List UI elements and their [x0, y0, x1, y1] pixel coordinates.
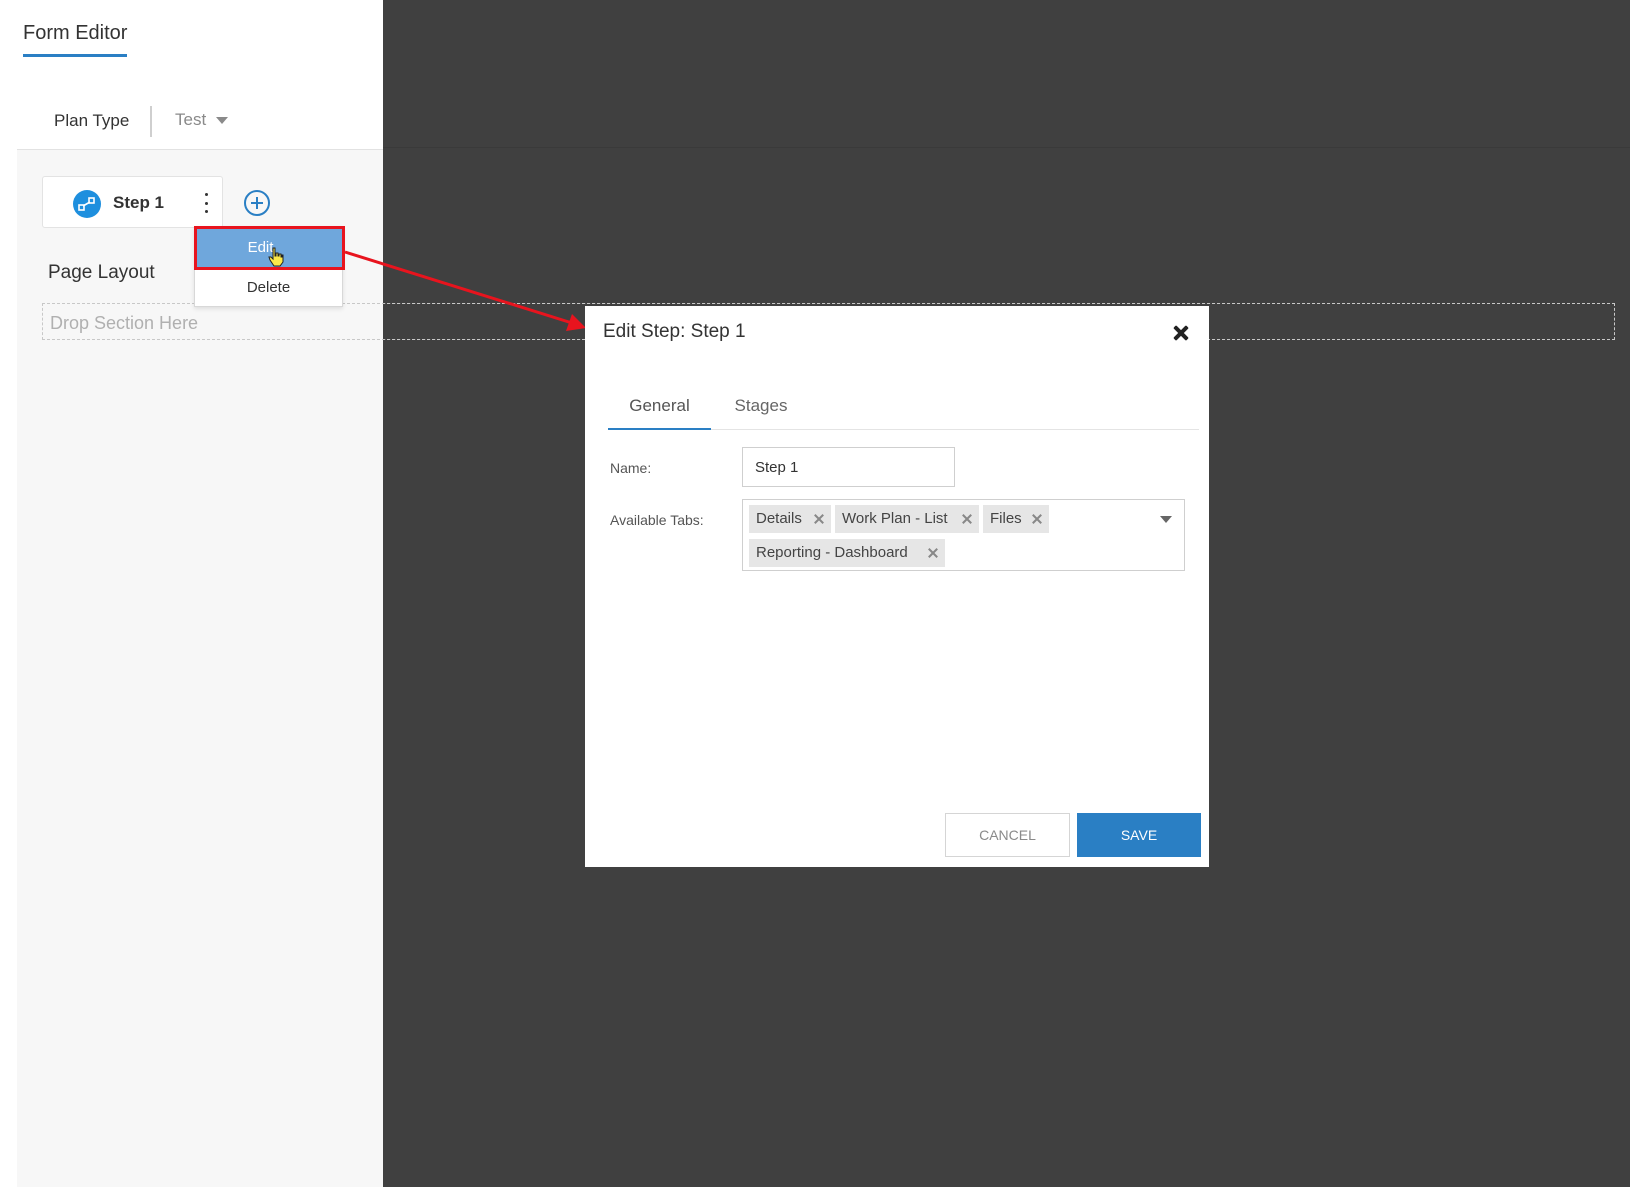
available-tabs-multiselect[interactable]: Details Work Plan - List Files Reporting…	[742, 499, 1185, 571]
tag-files: Files	[983, 505, 1049, 533]
menu-item-delete[interactable]: Delete	[195, 269, 342, 307]
save-button[interactable]: SAVE	[1077, 813, 1201, 857]
bottom-gutter	[0, 1187, 1639, 1191]
right-gutter	[1630, 0, 1639, 1191]
step-label: Step 1	[113, 193, 165, 212]
remove-icon[interactable]	[1032, 514, 1042, 524]
hand-cursor-icon	[268, 247, 284, 267]
modal-title: Edit Step: Step 1	[603, 321, 746, 342]
tag-label: Files	[990, 510, 1022, 527]
tag-label: Details	[756, 510, 802, 527]
active-tab-underline	[23, 54, 127, 57]
chevron-down-icon[interactable]	[1160, 516, 1172, 523]
remove-icon[interactable]	[928, 548, 938, 558]
add-step-button[interactable]	[244, 190, 270, 216]
plan-type-dropdown[interactable]: Test	[175, 110, 229, 130]
form-editor-panel: Form Editor Plan Type Test Step 1 Page L…	[0, 0, 383, 1191]
tag-work-plan-list: Work Plan - List	[835, 505, 979, 533]
remove-icon[interactable]	[814, 514, 824, 524]
tab-general[interactable]: General	[608, 386, 711, 430]
edit-step-modal: Edit Step: Step 1 General Stages Name: A…	[585, 306, 1209, 867]
remove-icon[interactable]	[962, 514, 972, 524]
tag-details: Details	[749, 505, 831, 533]
modal-tabs: General Stages	[608, 386, 1199, 430]
drop-zone-text: Drop Section Here	[50, 313, 199, 333]
cancel-button[interactable]: CANCEL	[945, 813, 1070, 857]
editor-title-tab[interactable]: Form Editor	[23, 22, 127, 45]
step-icon	[73, 190, 101, 218]
tag-reporting-dashboard: Reporting - Dashboard	[749, 539, 945, 567]
chevron-down-icon	[216, 116, 229, 124]
name-field[interactable]	[742, 447, 955, 487]
tag-label: Work Plan - List	[842, 510, 948, 527]
available-tabs-label: Available Tabs:	[610, 512, 704, 528]
more-vertical-icon[interactable]	[201, 190, 211, 216]
name-label: Name:	[610, 460, 652, 476]
plan-type-value: Test	[175, 110, 207, 129]
tag-label: Reporting - Dashboard	[756, 544, 908, 561]
close-icon[interactable]	[1173, 325, 1189, 341]
tab-stages[interactable]: Stages	[711, 386, 811, 430]
plan-type-label: Plan Type	[54, 111, 130, 130]
backdrop-header-line	[383, 147, 1639, 148]
page-layout-heading: Page Layout	[48, 262, 155, 283]
step-chip[interactable]: Step 1	[42, 176, 223, 228]
header-divider	[150, 106, 152, 137]
